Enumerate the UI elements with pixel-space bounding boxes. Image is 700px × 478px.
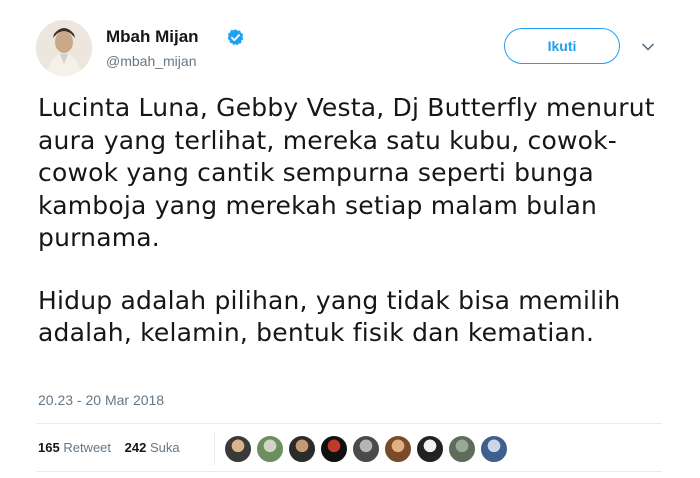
divider	[36, 471, 662, 472]
avatar[interactable]	[36, 20, 92, 76]
retweet-label: Retweet	[63, 440, 112, 455]
liker-avatar[interactable]	[480, 435, 508, 463]
liker-avatar[interactable]	[288, 435, 316, 463]
divider	[36, 423, 662, 424]
tweet-header: Mbah Mijan @mbah_mijan Ikuti	[36, 20, 666, 80]
liker-avatar[interactable]	[384, 435, 412, 463]
liker-avatar[interactable]	[352, 435, 380, 463]
retweet-stat[interactable]: 165 Retweet	[38, 440, 111, 455]
like-label: Suka	[149, 440, 180, 455]
like-count: 242	[124, 440, 147, 455]
tweet-timestamp[interactable]: 20.23 - 20 Mar 2018	[38, 392, 164, 408]
tweet-text: Lucinta Luna, Gebby Vesta, Dj Butterfly …	[38, 92, 678, 350]
liker-avatars	[224, 435, 512, 463]
stats-separator	[214, 431, 215, 465]
chevron-down-icon[interactable]	[641, 40, 655, 54]
liker-avatar[interactable]	[256, 435, 284, 463]
tweet-stats: 165 Retweet 242 Suka	[38, 440, 190, 455]
tweet-paragraph: Lucinta Luna, Gebby Vesta, Dj Butterfly …	[38, 93, 655, 252]
retweet-count: 165	[38, 440, 60, 455]
liker-avatar[interactable]	[320, 435, 348, 463]
liker-avatar[interactable]	[224, 435, 252, 463]
liker-avatar[interactable]	[416, 435, 444, 463]
liker-avatar[interactable]	[448, 435, 476, 463]
tweet-paragraph: Hidup adalah pilihan, yang tidak bisa me…	[38, 285, 621, 348]
avatar-image	[36, 20, 92, 76]
verified-badge-icon	[227, 29, 244, 46]
display-name[interactable]: Mbah Mijan	[106, 27, 199, 47]
follow-button[interactable]: Ikuti	[504, 28, 620, 64]
user-handle[interactable]: @mbah_mijan	[106, 53, 196, 69]
like-stat[interactable]: 242 Suka	[125, 440, 180, 455]
